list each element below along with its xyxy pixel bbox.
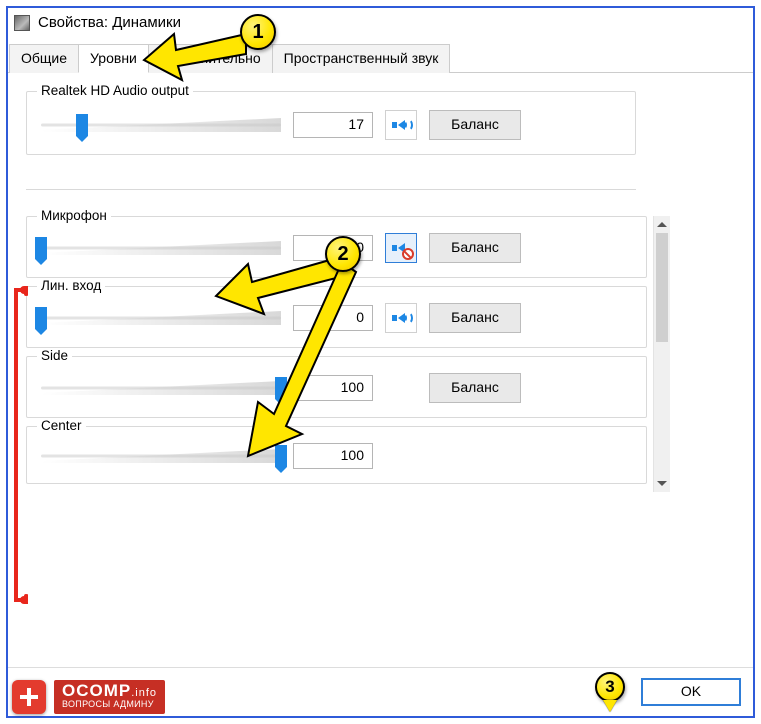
input-balance-button[interactable]: Баланс [429,233,521,263]
input-slider[interactable] [41,238,281,258]
input-slider-row: 100 Баланс [41,373,632,403]
section-divider [26,189,636,190]
scroll-up-button[interactable] [654,216,670,233]
callout-2: 2 [325,236,361,272]
input-value[interactable]: 100 [293,375,373,401]
ok-button[interactable]: OK [641,678,741,706]
tab-body-levels: Realtek HD Audio output 17 Баланс Микроф… [8,73,753,492]
output-slider-row: 17 Баланс [41,110,621,140]
inputs-scrollbar[interactable] [653,216,670,492]
properties-window: Свойства: Динамики Общие Уровни Дополнит… [8,8,753,716]
muted-icon [402,248,414,260]
titlebar: Свойства: Динамики [8,8,753,41]
scroll-thumb[interactable] [656,233,668,342]
red-bracket-annotation [12,286,28,604]
input-slider[interactable] [41,378,281,398]
input-slider[interactable] [41,446,281,466]
input-slider-row: 0 Баланс [41,303,632,333]
tab-strip: Общие Уровни Дополнительно Пространствен… [8,43,753,73]
input-group-label: Center [37,418,86,433]
input-mute-button[interactable] [385,233,417,263]
input-group: Лин. вход0Баланс [26,286,647,348]
window-icon [14,15,30,31]
input-balance-button[interactable]: Баланс [429,303,521,333]
callout-1: 1 [240,14,276,50]
output-group: Realtek HD Audio output 17 Баланс [26,91,636,155]
tab-general[interactable]: Общие [9,44,79,73]
plus-icon [12,680,46,714]
output-mute-button[interactable] [385,110,417,140]
sound-waves-icon [403,118,413,132]
scroll-down-button[interactable] [654,475,670,492]
input-value[interactable]: 0 [293,305,373,331]
callout-3: 3 [595,672,625,702]
output-value[interactable]: 17 [293,112,373,138]
sound-waves-icon [403,311,413,325]
output-balance-button[interactable]: Баланс [429,110,521,140]
watermark-text: OCOMP.info ВОПРОСЫ АДМИНУ [54,680,165,713]
input-slider-row: 100 [41,443,632,469]
input-value[interactable]: 100 [293,443,373,469]
input-group: Center100 [26,426,647,484]
tab-spatial-sound[interactable]: Пространственный звук [272,44,451,73]
window-title: Свойства: Динамики [38,14,181,31]
input-slider[interactable] [41,308,281,328]
output-group-label: Realtek HD Audio output [37,83,193,98]
input-group-label: Микрофон [37,208,111,223]
input-group-label: Лин. вход [37,278,105,293]
input-mute-button[interactable] [385,303,417,333]
input-group: Side100Баланс [26,356,647,418]
tab-levels[interactable]: Уровни [78,44,149,73]
watermark-logo: OCOMP.info ВОПРОСЫ АДМИНУ [12,680,165,714]
input-group-label: Side [37,348,72,363]
input-balance-button[interactable]: Баланс [429,373,521,403]
output-slider[interactable] [41,115,281,135]
scroll-track[interactable] [654,233,670,475]
